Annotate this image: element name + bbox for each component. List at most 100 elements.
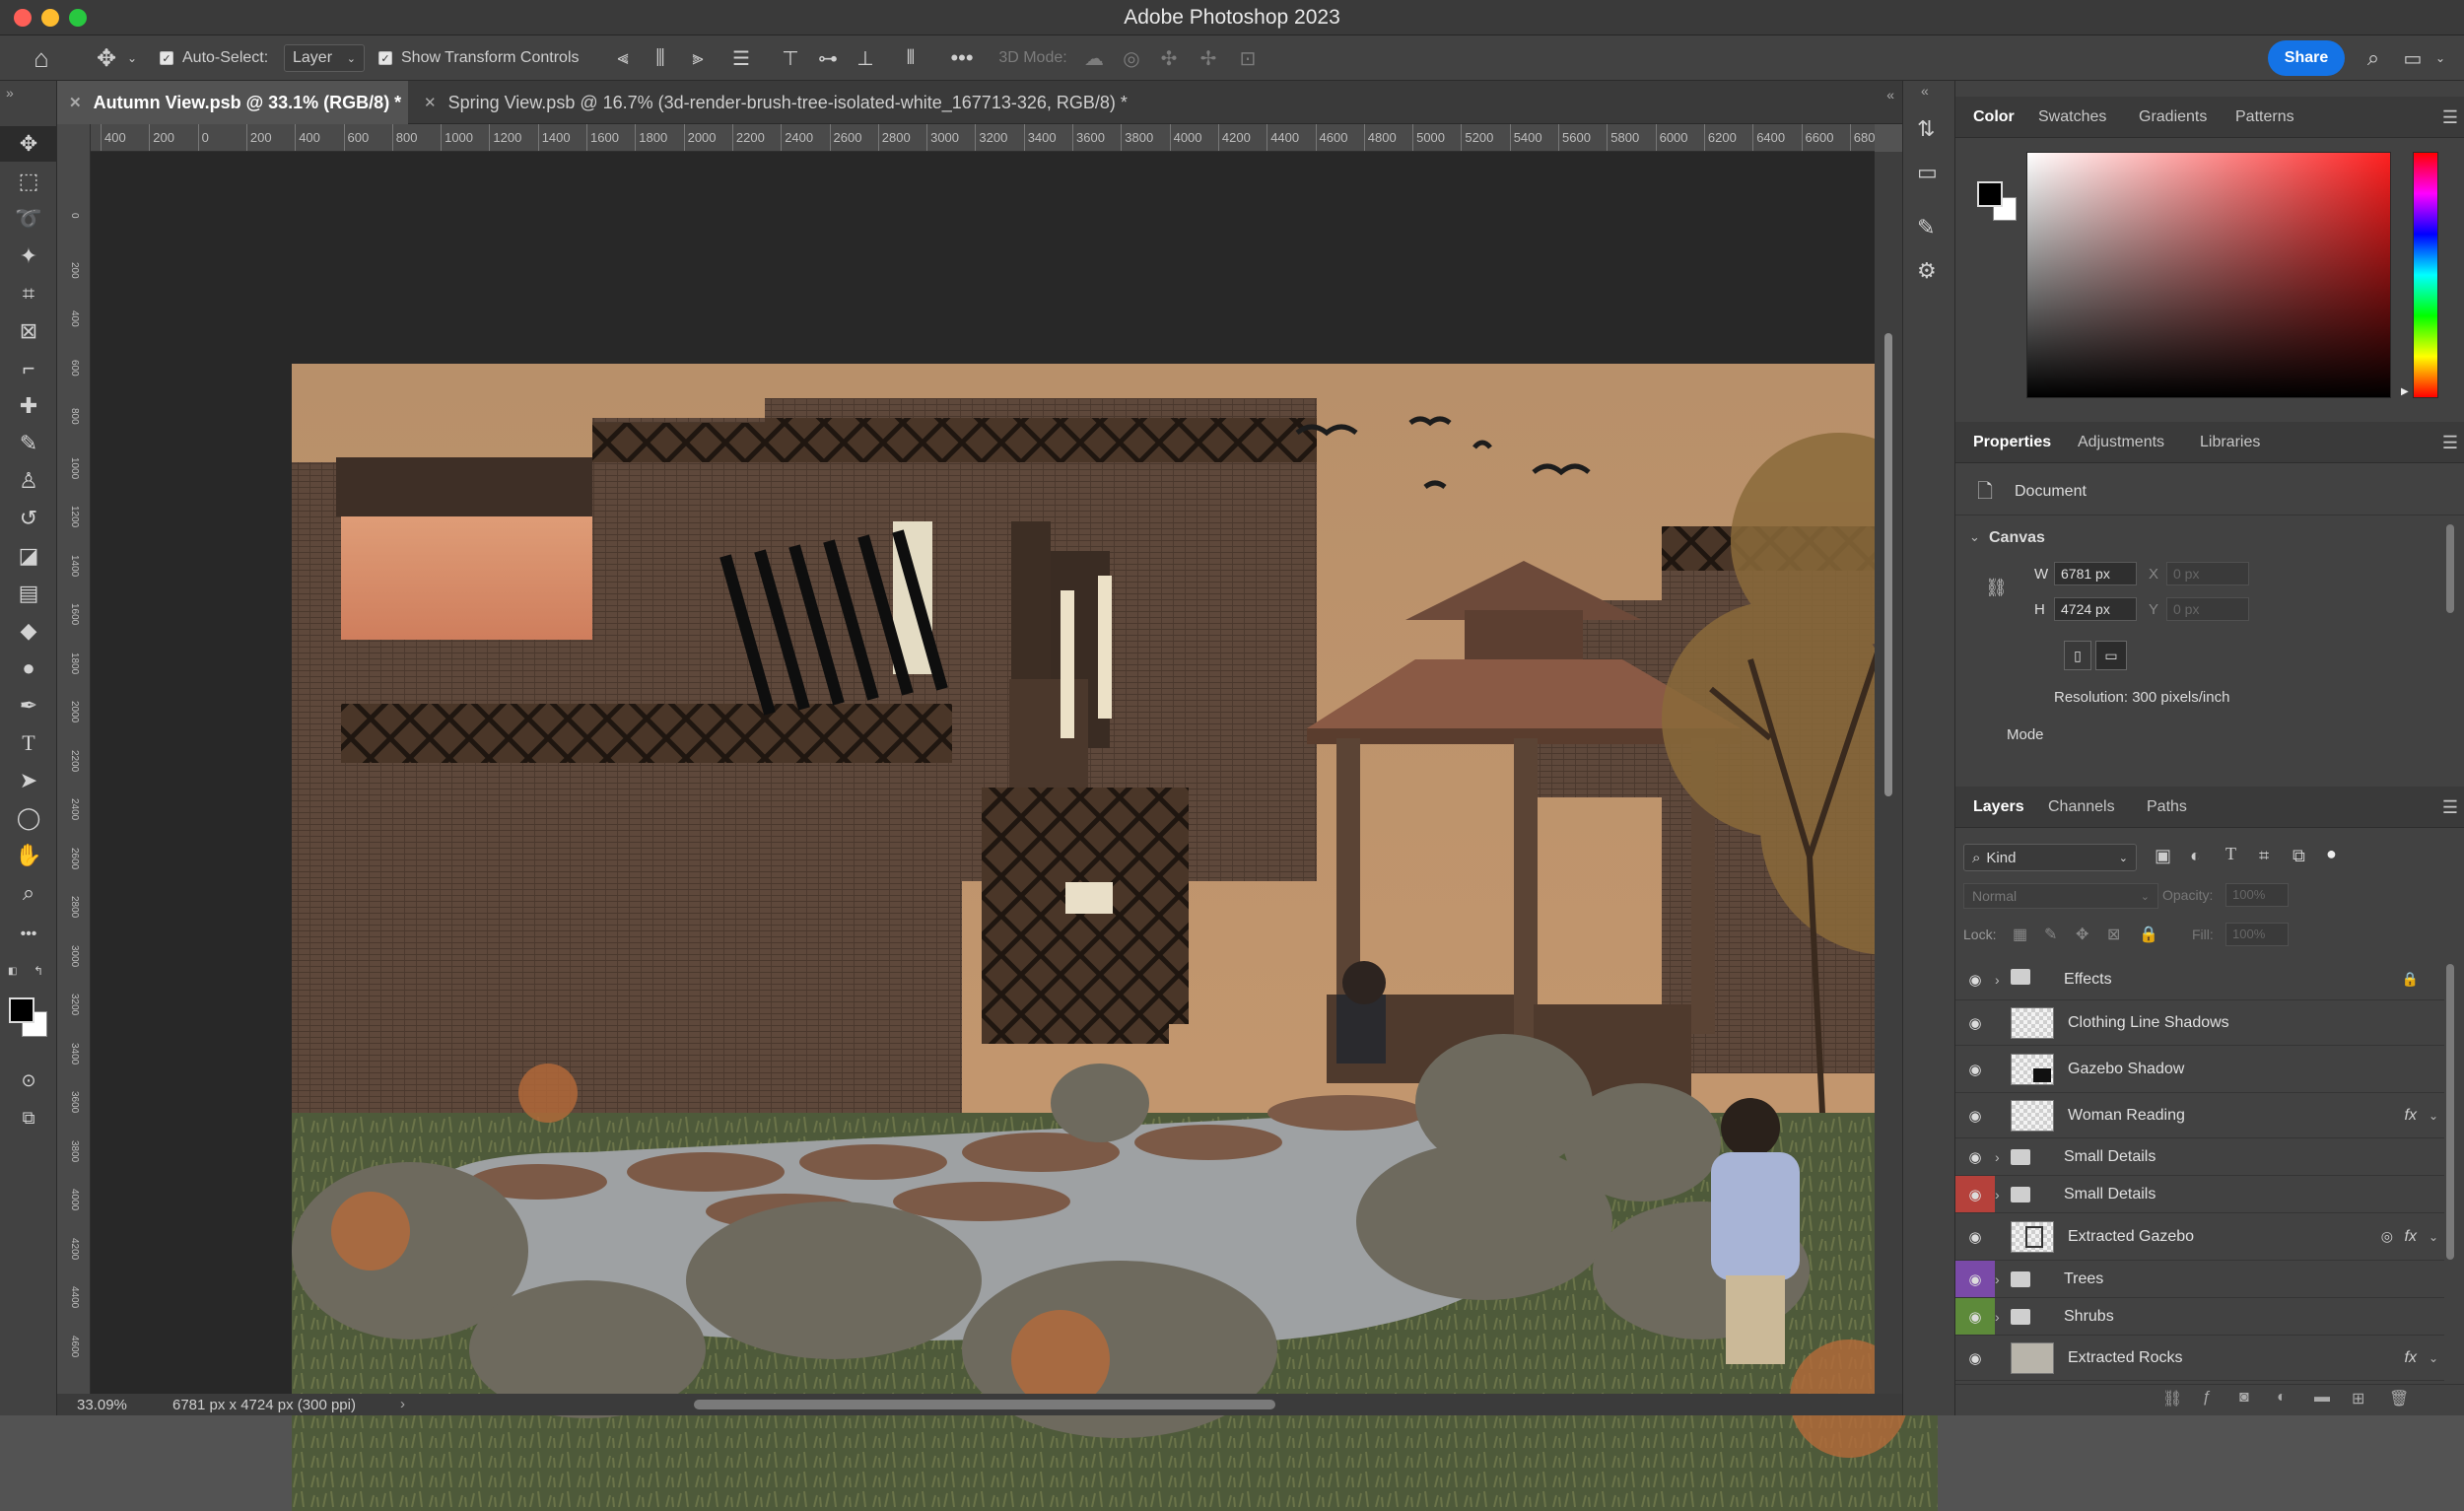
adjustments-icon[interactable]: ⚙: [1917, 258, 1937, 284]
filter-toggle-icon[interactable]: ●: [2326, 844, 2337, 864]
dodge-tool-icon[interactable]: ●: [0, 651, 57, 686]
tab-paths[interactable]: Paths: [2147, 787, 2187, 828]
vertical-ruler[interactable]: 0 200 400 600 800 1000 1200 1400 1600 1800 2000 220…: [57, 124, 91, 1394]
add-mask-icon[interactable]: ◙: [2239, 1389, 2249, 1407]
frame-tool-icon[interactable]: ⊠: [0, 313, 57, 349]
x-field[interactable]: 0 px: [2166, 562, 2249, 585]
chevron-right-icon[interactable]: ›: [1995, 1261, 2000, 1297]
visibility-eye-icon[interactable]: ◉: [1955, 1138, 1995, 1175]
tab-autumn-view[interactable]: ✕ Autumn View.psb @ 33.1% (RGB/8) *: [57, 81, 408, 124]
hue-slider-handle[interactable]: ▶: [2401, 386, 2409, 397]
share-button[interactable]: Share: [2268, 40, 2345, 76]
home-icon[interactable]: ⌂: [22, 35, 61, 81]
height-field[interactable]: 4724 px: [2054, 597, 2137, 621]
collapse-icon[interactable]: »: [6, 85, 14, 101]
lasso-tool-icon[interactable]: ➰: [0, 201, 57, 237]
chevron-down-icon[interactable]: ⌄: [2429, 1093, 2438, 1137]
visibility-eye-icon[interactable]: ◉: [1955, 1176, 1995, 1212]
history-icon[interactable]: ⇅: [1917, 116, 1935, 142]
layer-row[interactable]: ◉ Clothing Line Shadows: [1955, 1000, 2444, 1046]
visibility-eye-icon[interactable]: ◉: [1955, 1336, 1995, 1380]
horizontal-scrollbar-thumb[interactable]: [694, 1400, 1275, 1409]
layer-row[interactable]: ◉ › Shrubs: [1955, 1298, 2444, 1336]
layer-row[interactable]: ◉ › Trees: [1955, 1261, 2444, 1298]
y-field[interactable]: 0 px: [2166, 597, 2249, 621]
landscape-icon[interactable]: ▭: [2095, 641, 2127, 670]
chevron-down-icon[interactable]: ⌄: [2429, 1213, 2438, 1260]
clone-stamp-icon[interactable]: ♙: [0, 463, 57, 499]
collapse-icon[interactable]: «: [1886, 87, 1894, 103]
layers-scrollbar[interactable]: [2446, 964, 2454, 1260]
link-icon[interactable]: ⛓: [1985, 578, 2008, 598]
search-icon[interactable]: ⌕: [2356, 35, 2391, 81]
brush-tool-icon[interactable]: ✎: [0, 426, 57, 461]
visibility-eye-icon[interactable]: ◉: [1955, 1000, 1995, 1045]
visibility-eye-icon[interactable]: ◉: [1955, 1046, 1995, 1092]
eraser-tool-icon[interactable]: ◪: [0, 538, 57, 574]
show-transform-checkbox[interactable]: ✓ Show Transform Controls: [378, 35, 585, 81]
path-selection-icon[interactable]: ➤: [0, 763, 57, 798]
align-right-icon[interactable]: ⫸: [678, 35, 718, 81]
tab-swatches[interactable]: Swatches: [2038, 97, 2106, 138]
chevron-down-icon[interactable]: ⌄: [2430, 35, 2450, 81]
move-tool-icon[interactable]: ✥: [0, 126, 57, 162]
layer-effects-icon[interactable]: fx: [2405, 1093, 2417, 1137]
brush-settings-icon[interactable]: ✎: [1917, 215, 1935, 240]
comments-icon[interactable]: ▭: [1917, 160, 1938, 185]
marquee-tool-icon[interactable]: ⬚: [0, 164, 57, 199]
link-layers-icon[interactable]: ⛓: [2162, 1389, 2182, 1408]
auto-select-checkbox[interactable]: ✓ Auto-Select:: [160, 35, 278, 81]
tab-patterns[interactable]: Patterns: [2235, 97, 2294, 138]
swap-colors-icon[interactable]: ↰: [34, 964, 43, 978]
foreground-color-swatch[interactable]: [1977, 181, 2003, 207]
new-adjustment-icon[interactable]: ◐: [2277, 1389, 2287, 1407]
type-filter-icon[interactable]: T: [2225, 844, 2236, 864]
chevron-right-icon[interactable]: ›: [1995, 1176, 2000, 1212]
lock-pixels-icon[interactable]: ✎: [2044, 925, 2057, 944]
distribute-icon[interactable]: ☰: [721, 35, 761, 81]
magic-wand-icon[interactable]: ✦: [0, 239, 57, 274]
eyedropper-icon[interactable]: ⌐: [0, 351, 57, 386]
lock-artboard-icon[interactable]: ⊠: [2107, 925, 2120, 944]
hand-tool-icon[interactable]: ✋: [0, 838, 57, 873]
workspace-icon[interactable]: ▭: [2395, 35, 2430, 81]
layer-row[interactable]: ◉ › Effects 🔒: [1955, 959, 2444, 1000]
quick-mask-icon[interactable]: ⊙: [0, 1063, 57, 1098]
horizontal-ruler[interactable]: 400 200 0 200 400 600 800 1000 1200 1400 1600 1800 2…: [91, 124, 1875, 152]
close-tab-icon[interactable]: ✕: [424, 94, 437, 111]
collapse-icon[interactable]: «: [1921, 83, 1929, 99]
crop-tool-icon[interactable]: ⌗: [0, 276, 57, 311]
chevron-right-icon[interactable]: ›: [1995, 1138, 2000, 1175]
chevron-right-icon[interactable]: ›: [400, 1396, 405, 1412]
smart-filter-icon[interactable]: ◎: [2381, 1213, 2393, 1260]
layer-row[interactable]: ◉ Woman Reading fx ⌄: [1955, 1093, 2444, 1138]
layer-effects-icon[interactable]: fx: [2405, 1336, 2417, 1380]
visibility-eye-icon[interactable]: ◉: [1955, 1261, 1995, 1297]
tab-gradients[interactable]: Gradients: [2139, 97, 2207, 138]
zoom-level[interactable]: 33.09%: [77, 1397, 127, 1413]
fill-field[interactable]: 100%: [2225, 923, 2289, 946]
layer-row[interactable]: ◉ › Small Details: [1955, 1138, 2444, 1176]
align-top-icon[interactable]: ⊤: [771, 35, 810, 81]
new-group-icon[interactable]: ▬: [2314, 1389, 2330, 1407]
chevron-right-icon[interactable]: ›: [1995, 959, 2000, 999]
chevron-down-icon[interactable]: ⌄: [2429, 1336, 2438, 1380]
history-brush-icon[interactable]: ↺: [0, 501, 57, 536]
opacity-field[interactable]: 100%: [2225, 883, 2289, 907]
lock-all-icon[interactable]: 🔒: [2139, 925, 2158, 944]
layer-filter-dropdown[interactable]: ⌕ Kind ⌄: [1963, 844, 2137, 871]
color-field[interactable]: [2026, 152, 2391, 398]
delete-layer-icon[interactable]: 🗑: [2389, 1389, 2409, 1408]
scrollbar-thumb[interactable]: [1884, 333, 1892, 796]
new-layer-icon[interactable]: ⊞: [2352, 1389, 2364, 1408]
tab-layers[interactable]: Layers: [1973, 787, 2024, 828]
adjustment-filter-icon[interactable]: ◐: [2190, 846, 2201, 866]
align-center-icon[interactable]: ⫼: [641, 35, 680, 81]
chevron-down-icon[interactable]: ⌄: [1969, 529, 1980, 545]
panel-menu-icon[interactable]: ☰: [2442, 422, 2458, 463]
hue-slider[interactable]: [2413, 152, 2438, 398]
screen-mode-icon[interactable]: ⧉: [0, 1100, 57, 1135]
layer-row[interactable]: ◉ Extracted Rocks fx ⌄: [1955, 1336, 2444, 1381]
layer-effects-icon[interactable]: fx: [2405, 1213, 2417, 1260]
blend-mode-dropdown[interactable]: Normal ⌄: [1963, 883, 2158, 909]
